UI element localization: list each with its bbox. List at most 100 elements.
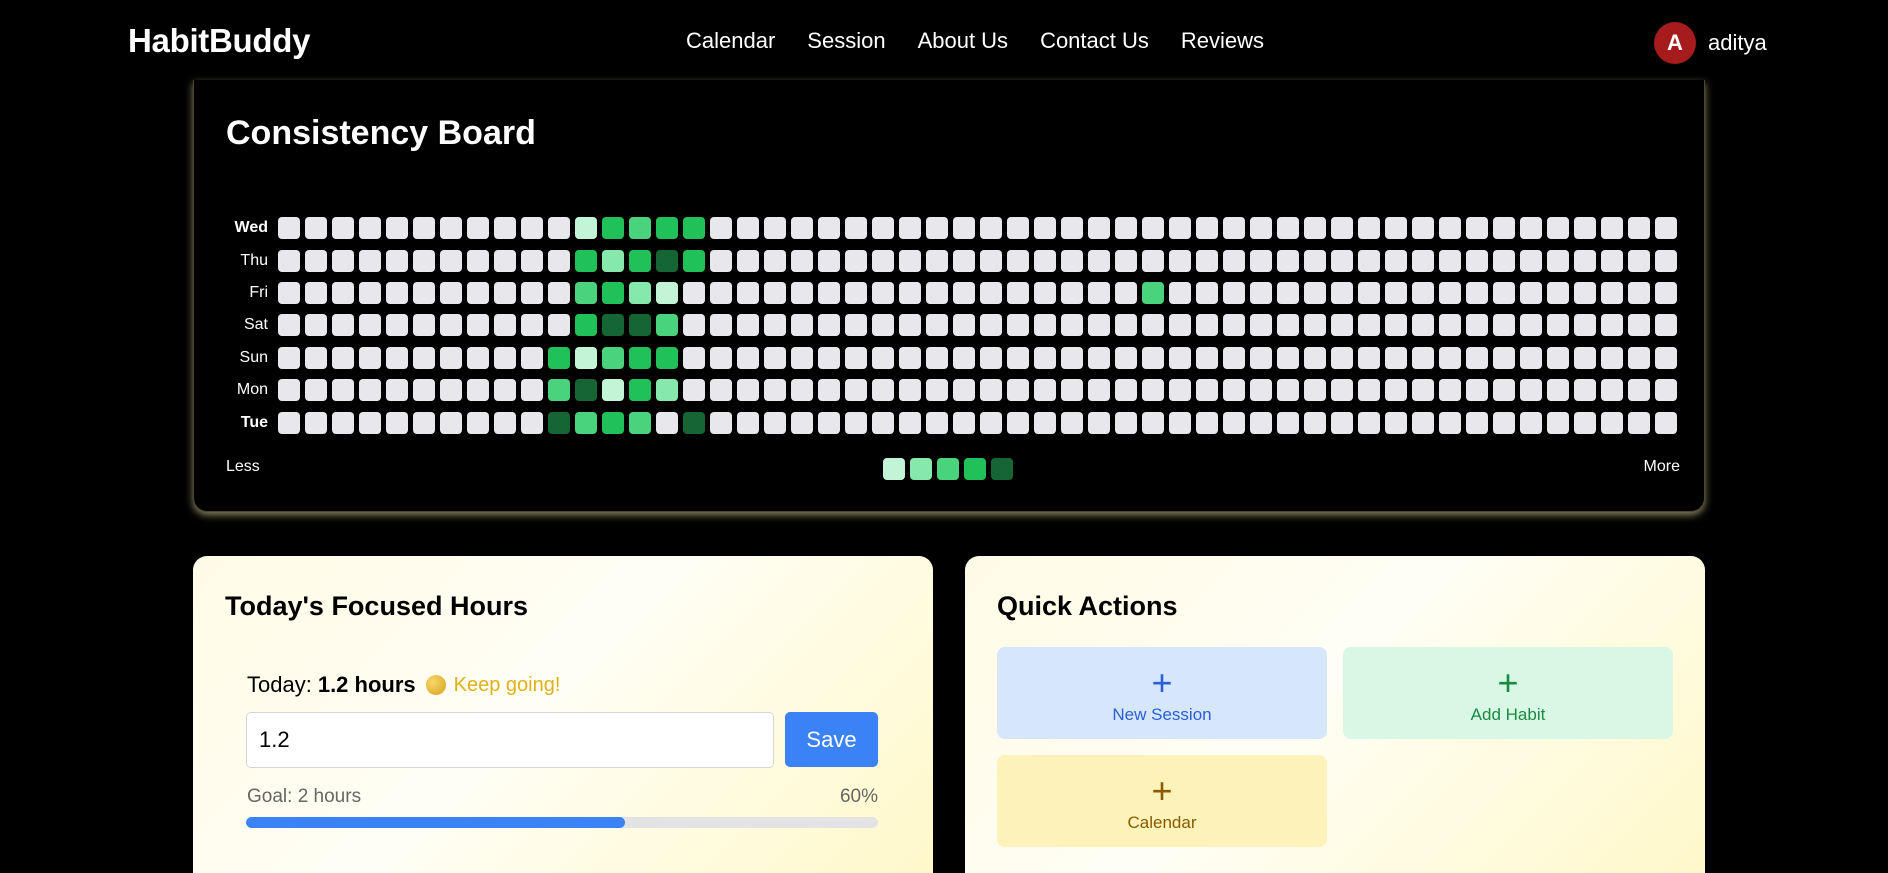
grid-cell[interactable] [791,411,813,434]
grid-cell[interactable] [1331,411,1353,434]
grid-cell[interactable] [1115,281,1137,304]
grid-cell[interactable] [1358,346,1380,369]
grid-cell[interactable] [413,281,435,304]
grid-cell[interactable] [899,249,921,272]
grid-cell[interactable] [1412,379,1434,402]
grid-cell[interactable] [1304,346,1326,369]
grid-cell[interactable] [1628,379,1650,402]
grid-cell[interactable] [1304,379,1326,402]
grid-cell[interactable] [413,217,435,240]
grid-cell[interactable] [818,346,840,369]
grid-cell[interactable] [953,346,975,369]
grid-cell[interactable] [1412,249,1434,272]
grid-cell[interactable] [440,249,462,272]
grid-cell[interactable] [1628,411,1650,434]
grid-cell[interactable] [1088,217,1110,240]
grid-cell[interactable] [1142,314,1164,337]
grid-cell[interactable] [278,217,300,240]
grid-cell[interactable] [1088,411,1110,434]
grid-cell[interactable] [1115,217,1137,240]
grid-cell[interactable] [1034,281,1056,304]
grid-cell[interactable] [1331,314,1353,337]
grid-cell[interactable] [926,346,948,369]
grid-cell[interactable] [629,346,651,369]
grid-cell[interactable] [602,281,624,304]
grid-cell[interactable] [1196,411,1218,434]
grid-cell[interactable] [1412,217,1434,240]
grid-cell[interactable] [305,217,327,240]
grid-cell[interactable] [386,314,408,337]
grid-cell[interactable] [845,281,867,304]
grid-cell[interactable] [548,314,570,337]
grid-cell[interactable] [1520,314,1542,337]
grid-cell[interactable] [953,314,975,337]
nav-link-session[interactable]: Session [807,28,885,54]
grid-cell[interactable] [737,314,759,337]
grid-cell[interactable] [737,249,759,272]
grid-cell[interactable] [1277,411,1299,434]
grid-cell[interactable] [845,379,867,402]
grid-cell[interactable] [791,346,813,369]
grid-cell[interactable] [1115,314,1137,337]
grid-cell[interactable] [1007,314,1029,337]
grid-cell[interactable] [710,346,732,369]
grid-cell[interactable] [467,314,489,337]
grid-cell[interactable] [332,281,354,304]
grid-cell[interactable] [656,314,678,337]
grid-cell[interactable] [1574,249,1596,272]
grid-cell[interactable] [332,379,354,402]
grid-cell[interactable] [1142,249,1164,272]
grid-cell[interactable] [1439,217,1461,240]
grid-cell[interactable] [521,314,543,337]
grid-cell[interactable] [278,249,300,272]
grid-cell[interactable] [1655,379,1677,402]
grid-cell[interactable] [1655,411,1677,434]
grid-cell[interactable] [1196,249,1218,272]
grid-cell[interactable] [1250,249,1272,272]
grid-cell[interactable] [305,379,327,402]
hours-input[interactable] [246,712,774,768]
grid-cell[interactable] [1088,379,1110,402]
grid-cell[interactable] [1439,281,1461,304]
grid-cell[interactable] [1358,281,1380,304]
grid-cell[interactable] [872,281,894,304]
grid-cell[interactable] [1439,411,1461,434]
grid-cell[interactable] [413,249,435,272]
grid-cell[interactable] [602,314,624,337]
grid-cell[interactable] [710,217,732,240]
grid-cell[interactable] [1169,281,1191,304]
grid-cell[interactable] [1466,346,1488,369]
grid-cell[interactable] [899,217,921,240]
grid-cell[interactable] [278,346,300,369]
grid-cell[interactable] [1115,379,1137,402]
grid-cell[interactable] [359,217,381,240]
grid-cell[interactable] [1061,281,1083,304]
grid-cell[interactable] [1277,314,1299,337]
grid-cell[interactable] [1601,411,1623,434]
grid-cell[interactable] [521,281,543,304]
grid-cell[interactable] [332,249,354,272]
grid-cell[interactable] [332,411,354,434]
grid-cell[interactable] [1547,314,1569,337]
grid-cell[interactable] [872,217,894,240]
grid-cell[interactable] [1142,379,1164,402]
grid-cell[interactable] [1088,249,1110,272]
grid-cell[interactable] [1520,346,1542,369]
grid-cell[interactable] [602,346,624,369]
grid-cell[interactable] [710,281,732,304]
grid-cell[interactable] [926,217,948,240]
grid-cell[interactable] [737,281,759,304]
grid-cell[interactable] [305,346,327,369]
grid-cell[interactable] [710,411,732,434]
grid-cell[interactable] [656,249,678,272]
grid-cell[interactable] [1655,346,1677,369]
grid-cell[interactable] [980,314,1002,337]
grid-cell[interactable] [332,346,354,369]
grid-cell[interactable] [791,314,813,337]
grid-cell[interactable] [926,249,948,272]
grid-cell[interactable] [1223,346,1245,369]
grid-cell[interactable] [494,249,516,272]
grid-cell[interactable] [1574,346,1596,369]
grid-cell[interactable] [440,281,462,304]
grid-cell[interactable] [1223,379,1245,402]
